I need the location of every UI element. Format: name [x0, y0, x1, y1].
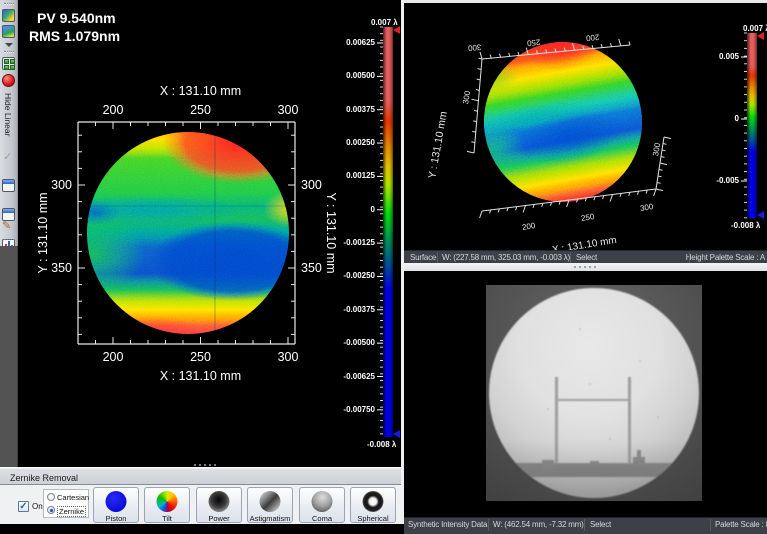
status-readout: W: (462.54 mm, -7.32 mm) [493, 520, 584, 529]
statusbar-divider [710, 519, 711, 531]
radio-cartesian[interactable] [47, 493, 55, 501]
x-tick-label-bottom: 250 [186, 350, 216, 364]
colorbar-2d-tick-label: 0.00500 [325, 71, 375, 80]
piston-icon [106, 491, 127, 512]
statusbar-camera: Synthetic Intensity Data W: (462.54 mm, -… [404, 517, 767, 534]
colorbar-2d-tick-label: -0.00125 [325, 238, 375, 247]
colorbar-2d-tick-label: -0.00250 [325, 271, 375, 280]
x-axis-title-top: X : 131.10 mm [128, 84, 273, 98]
power-icon [209, 491, 230, 512]
plot3d-back-tick-label: 300 [468, 42, 482, 52]
colorbar-3d-tick-label: 0 [689, 114, 739, 123]
toolbar-grip-3[interactable] [4, 239, 14, 241]
intensity-image[interactable] [486, 285, 702, 501]
colorbar-3d-gradient [747, 33, 757, 218]
colorbar-2d-min-label: -0.008 λ [367, 440, 396, 449]
sphere-view-icon[interactable] [2, 74, 15, 87]
colorbar-2d-tick-label: -0.00375 [325, 305, 375, 314]
x-tick-label-top: 300 [273, 103, 303, 117]
zernike-button-astigmatism[interactable]: Astigmatism [247, 487, 293, 523]
plot3d-back-tick-label: 200 [586, 32, 600, 42]
window-icon[interactable] [2, 179, 15, 192]
surface-map-2d[interactable] [87, 132, 289, 334]
status-action: Select [590, 520, 611, 529]
colorbar-2d-tick-label: 0.00625 [325, 38, 375, 47]
colorbar-2d-max-marker[interactable] [393, 26, 400, 34]
tile-windows-icon[interactable] [2, 57, 15, 70]
status-palette-scale: Height Palette Scale : A [686, 253, 765, 262]
y-axis-title-left: Y : 131.10 mm [36, 178, 50, 288]
surface-map-3d-panel: 200250300X : 131.10 mm300250200300300Y :… [404, 3, 767, 250]
surface-map-icon-2[interactable] [2, 25, 15, 38]
status-mode: Synthetic Intensity Data [408, 520, 487, 529]
aperture-circle [489, 288, 699, 498]
colorbar-2d-min-marker[interactable] [393, 430, 400, 438]
surface-map-icon[interactable] [2, 9, 15, 22]
status-readout: W: (227.58 mm, 325.03 mm, -0.003 λ) [442, 253, 570, 262]
colorbar-2d-tick-label: 0.00250 [325, 138, 375, 147]
colorbar-3d-tick-label: -0.005 [689, 176, 739, 185]
spherical-icon [363, 491, 384, 512]
on-checkbox[interactable]: ✓ [18, 501, 29, 512]
radio-zernike[interactable] [47, 506, 55, 514]
colorbar-3d-tick-label: 0.005 [689, 52, 739, 61]
zernike-button-piston[interactable]: Piston [93, 487, 139, 523]
app-window: Hide Linear ✓ ✎ PV 9.540nm RMS 1.079nm X… [0, 0, 767, 524]
coma-icon [312, 491, 333, 512]
zernike-panel-header[interactable]: Zernike Removal [0, 469, 401, 485]
colorbar-2d-tick-label: 0 [325, 205, 375, 214]
dropdown-arrow-icon[interactable] [5, 43, 13, 47]
zernike-button-label: Coma [300, 514, 344, 523]
colorbar-2d-gradient [383, 27, 393, 437]
hide-linear-label[interactable]: Hide Linear [3, 93, 13, 136]
x-tick-label-top: 250 [186, 103, 216, 117]
horizontal-splitter-right[interactable] [404, 263, 767, 271]
x-tick-label-bottom: 300 [273, 350, 303, 364]
zernike-button-label: Power [197, 514, 241, 523]
zernike-button-label: Spherical [351, 514, 395, 523]
zernike-button-spherical[interactable]: Spherical [350, 487, 396, 523]
zernike-button-label: Astigmatism [248, 514, 292, 523]
astigmatism-icon [260, 491, 281, 512]
on-checkbox-label: On [32, 502, 43, 511]
colorbar-2d-tick-label: -0.00500 [325, 338, 375, 347]
colorbar-2d-tick-label: 0.00125 [325, 171, 375, 180]
toolbar-grip[interactable] [4, 3, 14, 5]
zernike-button-label: Tilt [145, 514, 189, 523]
toolbar-dock-area [0, 246, 18, 467]
statusbar-divider [584, 519, 585, 531]
x-axis-title-bottom: X : 131.10 mm [128, 369, 273, 383]
pencil-icon[interactable]: ✎ [2, 219, 11, 232]
colorbar-3d-min-marker[interactable] [757, 211, 764, 219]
statusbar-3d: Surface W: (227.58 mm, 325.03 mm, -0.003 … [404, 250, 767, 264]
colorbar-3d-min-label: -0.008 λ [731, 221, 760, 230]
surface-map-2d-panel: PV 9.540nm RMS 1.079nm X : 131.10 mmX : … [18, 0, 401, 467]
plot3d-back-tick-label: 250 [527, 37, 541, 47]
radio-cartesian-label[interactable]: Cartesian [57, 493, 89, 502]
colorbar-2d-tick-label: -0.00750 [325, 405, 375, 414]
zernike-button-power[interactable]: Power [196, 487, 242, 523]
zernike-panel-title: Zernike Removal [10, 473, 78, 483]
camera-panel [404, 271, 767, 517]
zernike-button-label: Piston [94, 514, 138, 523]
aperture-vignette [489, 288, 699, 498]
check-icon[interactable]: ✓ [3, 150, 12, 163]
plot3d-x-tick-label: 250 [580, 212, 595, 223]
zernike-button-tilt[interactable]: Tilt [144, 487, 190, 523]
tilt-icon [157, 491, 178, 512]
status-palette-scale: Palette Scale : Intensity [715, 520, 767, 529]
toolbar-grip-2[interactable] [4, 51, 14, 53]
coordinate-groupbox: Cartesian Zernike [43, 489, 89, 518]
left-toolbar: Hide Linear ✓ ✎ [0, 0, 18, 246]
statusbar-divider [488, 519, 489, 531]
colorbar-2d-tick-label: -0.00625 [325, 372, 375, 381]
x-tick-label-top: 200 [98, 103, 128, 117]
status-mode: Surface [410, 253, 436, 262]
x-tick-label-bottom: 200 [98, 350, 128, 364]
colorbar-2d-tick-label: 0.00375 [325, 105, 375, 114]
status-action: Select [576, 253, 597, 262]
zernike-button-coma[interactable]: Coma [299, 487, 345, 523]
colorbar-3d-max-marker[interactable] [757, 32, 764, 40]
radio-zernike-label[interactable]: Zernike [57, 506, 86, 517]
